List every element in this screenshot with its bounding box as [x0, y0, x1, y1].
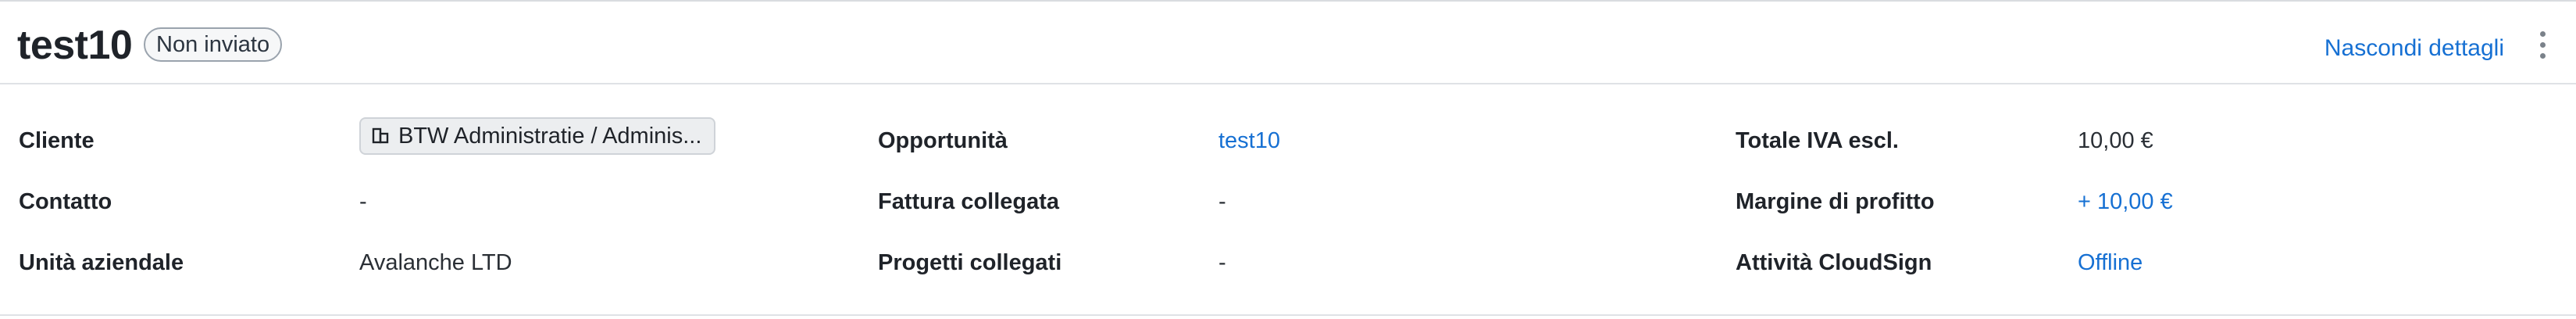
- record-header: test10 Non inviato Nascondi dettagli: [0, 2, 2576, 84]
- page-title: test10: [17, 23, 133, 68]
- unita-aziendale-value: Avalanche LTD: [359, 250, 512, 275]
- details-panel: Cliente BTW Administratie / Adminis... C…: [0, 84, 2576, 316]
- totale-iva-value: 10,00 €: [2078, 128, 2153, 153]
- status-badge: Non inviato: [144, 27, 283, 62]
- contatto-label: Contatto: [19, 189, 112, 214]
- cloudsign-label: Attività CloudSign: [1736, 250, 1932, 275]
- margine-profitto-label: Margine di profitto: [1736, 189, 1935, 214]
- cliente-value: BTW Administratie / Adminis...: [398, 124, 702, 149]
- more-options-button[interactable]: [2531, 25, 2554, 66]
- fattura-collegata-value: -: [1218, 189, 1226, 214]
- building-icon: [372, 128, 389, 144]
- more-options-icon-dot: [2540, 42, 2546, 48]
- unita-aziendale-label: Unità aziendale: [19, 250, 184, 275]
- hide-details-link[interactable]: Nascondi dettagli: [2324, 33, 2504, 64]
- totale-iva-label: Totale IVA escl.: [1736, 128, 1899, 153]
- cliente-chip[interactable]: BTW Administratie / Adminis...: [359, 117, 716, 155]
- progetti-collegati-value: -: [1218, 250, 1226, 275]
- cloudsign-status-link[interactable]: Offline: [2078, 247, 2143, 278]
- more-options-icon: [2540, 31, 2546, 37]
- margine-profitto-link[interactable]: + 10,00 €: [2078, 186, 2173, 217]
- fattura-collegata-label: Fattura collegata: [878, 189, 1060, 214]
- more-options-icon-dot: [2540, 53, 2546, 59]
- progetti-collegati-label: Progetti collegati: [878, 250, 1062, 275]
- opportunita-label: Opportunità: [878, 128, 1008, 153]
- opportunita-link[interactable]: test10: [1218, 125, 1280, 156]
- contatto-value: -: [359, 189, 367, 214]
- cliente-label: Cliente: [19, 128, 95, 153]
